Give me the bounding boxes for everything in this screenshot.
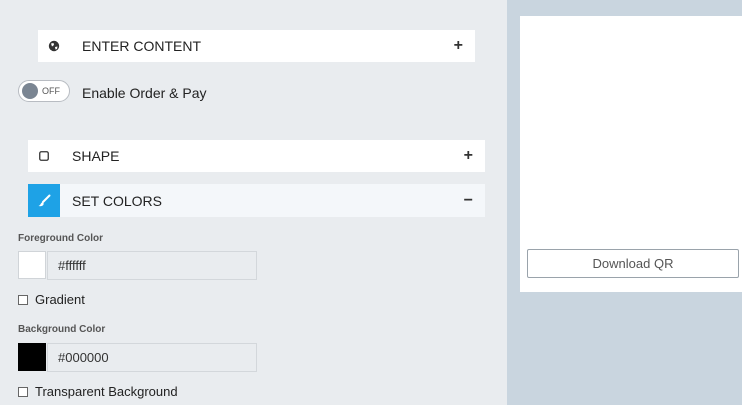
transparent-label: Transparent Background [35, 384, 178, 399]
collapse-colors-icon[interactable]: − [464, 192, 473, 210]
toggle-knob [22, 83, 38, 99]
transparent-option[interactable]: Transparent Background [18, 384, 178, 399]
background-swatch[interactable] [18, 343, 46, 371]
expand-shape-icon[interactable]: + [464, 147, 473, 165]
download-qr-button[interactable]: Download QR [527, 249, 739, 278]
background-color-label: Background Color [18, 324, 106, 335]
toggle-state: OFF [42, 86, 60, 96]
foreground-color-value: #ffffff [58, 258, 86, 273]
set-colors-label: SET COLORS [72, 192, 162, 209]
shape-row[interactable]: SHAPE + [28, 140, 485, 172]
globe-icon [38, 30, 70, 62]
order-pay-label: Enable Order & Pay [82, 85, 207, 101]
enter-content-row[interactable]: ENTER CONTENT + [38, 30, 475, 62]
gradient-checkbox[interactable] [18, 294, 28, 305]
enter-content-label: ENTER CONTENT [82, 38, 201, 54]
brush-icon [28, 184, 60, 217]
gradient-label: Gradient [35, 292, 85, 307]
order-pay-toggle[interactable]: OFF [18, 80, 70, 102]
transparent-checkbox[interactable] [18, 386, 28, 397]
foreground-color-label: Foreground Color [18, 233, 103, 244]
background-color-input[interactable]: #000000 [47, 343, 257, 372]
foreground-color-input[interactable]: #ffffff [47, 251, 257, 280]
expand-content-icon[interactable]: + [454, 37, 463, 55]
square-icon [28, 140, 60, 172]
foreground-swatch[interactable] [18, 251, 46, 279]
shape-label: SHAPE [72, 148, 120, 164]
qr-preview-area [520, 18, 742, 238]
gradient-option[interactable]: Gradient [18, 292, 85, 307]
set-colors-row[interactable]: SET COLORS − [28, 184, 485, 217]
background-color-value: #000000 [58, 350, 109, 365]
